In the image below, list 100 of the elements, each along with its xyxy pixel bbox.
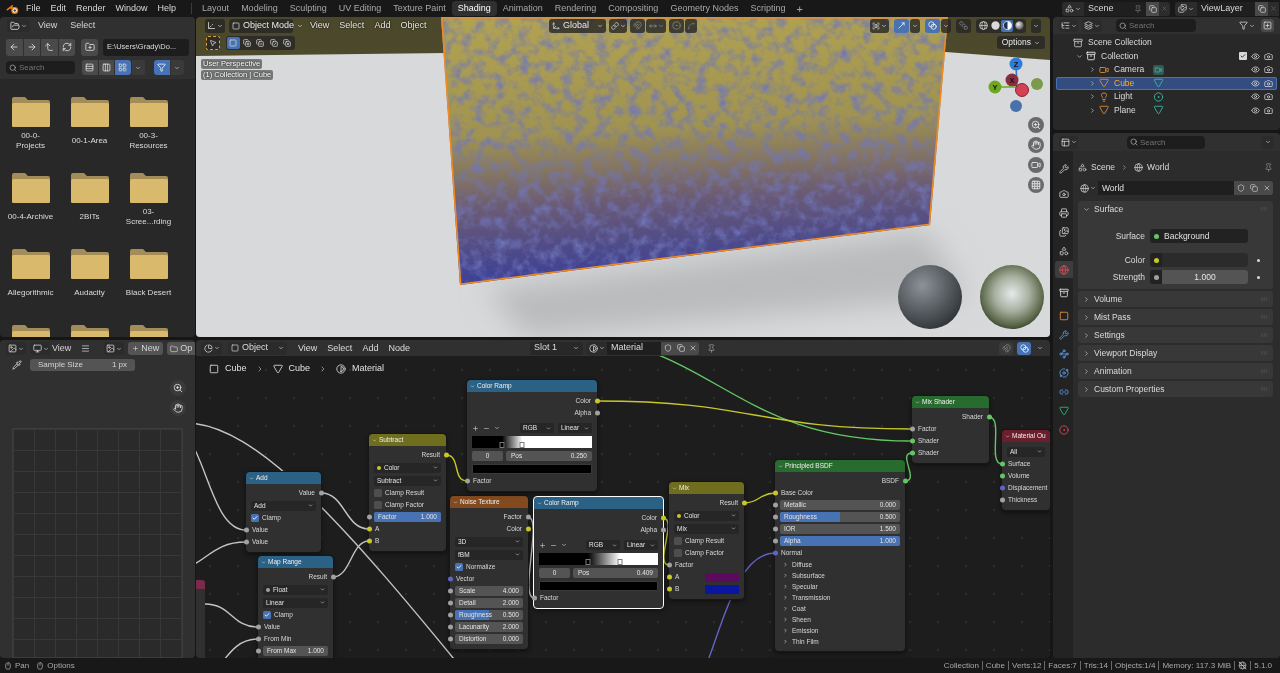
overlay-toggle[interactable] bbox=[1017, 341, 1031, 355]
socket-icon[interactable] bbox=[660, 515, 666, 521]
socket-icon[interactable] bbox=[531, 595, 537, 601]
outliner-item[interactable]: Plane bbox=[1056, 103, 1277, 117]
panel-header[interactable]: Surface bbox=[1078, 201, 1273, 217]
logo-icon[interactable] bbox=[6, 2, 20, 15]
folder-name[interactable]: Black Desert bbox=[125, 287, 172, 298]
socket-icon[interactable] bbox=[330, 574, 336, 580]
menu-icon[interactable] bbox=[81, 344, 91, 353]
socket-icon[interactable] bbox=[447, 636, 453, 642]
shading-mode-button[interactable] bbox=[977, 19, 989, 32]
number-field[interactable]: 1.000 bbox=[1162, 270, 1248, 284]
workspace-tab[interactable]: Scripting bbox=[744, 1, 792, 16]
color-stop-marker[interactable] bbox=[519, 442, 525, 448]
checkbox[interactable] bbox=[251, 514, 259, 522]
socket-icon[interactable] bbox=[594, 398, 600, 404]
select-mode-button[interactable] bbox=[227, 36, 240, 49]
socket-button[interactable] bbox=[1150, 270, 1162, 284]
nav-button[interactable] bbox=[58, 38, 75, 56]
world-name-field[interactable]: World bbox=[1098, 181, 1234, 195]
editor-type-button[interactable] bbox=[1059, 135, 1078, 149]
outliner-item[interactable]: Light bbox=[1056, 90, 1277, 104]
material-browse-button[interactable] bbox=[586, 341, 607, 355]
workspace-tab[interactable]: Modeling bbox=[235, 1, 284, 16]
folder-icon[interactable] bbox=[129, 249, 168, 279]
folder-icon[interactable] bbox=[11, 173, 50, 203]
socket-button[interactable] bbox=[1150, 253, 1162, 267]
folder-icon[interactable] bbox=[70, 249, 109, 279]
socket-icon[interactable] bbox=[594, 410, 600, 416]
chevron-right-icon[interactable] bbox=[1088, 93, 1096, 101]
select-mode-button[interactable] bbox=[281, 36, 294, 49]
axis-handle[interactable] bbox=[1031, 78, 1043, 90]
image-browse-button[interactable] bbox=[104, 342, 125, 355]
menu-item[interactable]: Render bbox=[71, 1, 111, 16]
panel-header[interactable]: Settings bbox=[1078, 327, 1273, 343]
eyedropper-icon[interactable] bbox=[12, 360, 22, 370]
new-collection-button[interactable] bbox=[1261, 19, 1274, 32]
socket-icon[interactable] bbox=[666, 562, 672, 568]
view-layer-browse-button[interactable] bbox=[1175, 1, 1197, 16]
shading-options-button[interactable] bbox=[1031, 18, 1041, 33]
color-stop-marker[interactable] bbox=[617, 559, 623, 565]
folder-name[interactable]: 00-3-Resources bbox=[125, 131, 172, 150]
socket-icon[interactable] bbox=[660, 527, 666, 533]
socket-icon[interactable] bbox=[255, 636, 261, 642]
folder-icon[interactable] bbox=[11, 97, 50, 127]
folder-name[interactable]: 00-0-Projects bbox=[7, 131, 54, 150]
outliner-item[interactable]: Scene Collection bbox=[1056, 36, 1277, 50]
editor-type-button[interactable] bbox=[6, 342, 26, 355]
socket-icon[interactable] bbox=[443, 452, 449, 458]
socket-icon[interactable] bbox=[447, 600, 453, 606]
camera-icon[interactable] bbox=[1264, 92, 1273, 102]
outliner-item[interactable]: Collection bbox=[1056, 49, 1277, 63]
duplicate-button[interactable] bbox=[1255, 1, 1268, 16]
pin-icon[interactable] bbox=[1264, 162, 1273, 172]
options-dropdown[interactable]: Options bbox=[996, 36, 1045, 49]
camera-icon[interactable] bbox=[1264, 51, 1273, 61]
socket-icon[interactable] bbox=[772, 502, 778, 508]
checkbox[interactable] bbox=[374, 489, 382, 497]
camera-icon[interactable] bbox=[1264, 78, 1273, 88]
outliner-item[interactable]: Camera bbox=[1056, 63, 1277, 77]
scene-browse-button[interactable] bbox=[1062, 1, 1084, 16]
menu-item[interactable]: File bbox=[21, 1, 46, 16]
panel-header[interactable]: Mist Pass bbox=[1078, 309, 1273, 325]
menu-item[interactable]: Add bbox=[357, 341, 384, 355]
eye-icon[interactable] bbox=[1251, 78, 1260, 88]
eye-icon[interactable] bbox=[1251, 92, 1260, 102]
workspace-tab[interactable]: Layout bbox=[196, 1, 236, 16]
stop-color-swatch[interactable] bbox=[539, 581, 658, 591]
material-name-field[interactable]: Material bbox=[607, 341, 661, 355]
shader-link-field[interactable]: Background bbox=[1150, 229, 1248, 243]
outliner-item[interactable]: Cube bbox=[1056, 76, 1277, 90]
panel-header[interactable]: Volume bbox=[1078, 291, 1273, 307]
workspace-tab[interactable]: Animation bbox=[496, 1, 549, 16]
folder-icon[interactable] bbox=[70, 97, 109, 127]
menu-item[interactable]: Edit bbox=[45, 1, 72, 16]
socket-icon[interactable] bbox=[909, 426, 915, 432]
folder-name[interactable]: 00-1-Area bbox=[66, 135, 113, 146]
socket-icon[interactable] bbox=[902, 478, 908, 484]
socket-icon[interactable] bbox=[772, 526, 778, 532]
filter-dropdown[interactable] bbox=[1237, 19, 1257, 32]
select-mode-button[interactable] bbox=[267, 36, 280, 49]
hand-icon[interactable] bbox=[170, 400, 186, 416]
zoom-icon[interactable] bbox=[170, 380, 186, 396]
checkbox[interactable] bbox=[1239, 52, 1247, 61]
socket-icon[interactable] bbox=[772, 538, 778, 544]
panel-header[interactable]: Custom Properties bbox=[1078, 381, 1273, 397]
open-image-button[interactable]: Op bbox=[167, 342, 195, 355]
folder-name[interactable]: Allegorithmic bbox=[7, 287, 54, 298]
nav-button[interactable] bbox=[6, 38, 23, 56]
eye-icon[interactable] bbox=[1251, 65, 1260, 75]
display-mode-button[interactable] bbox=[115, 60, 131, 75]
color-stop-marker[interactable] bbox=[499, 442, 505, 448]
checkbox[interactable] bbox=[455, 563, 463, 571]
folder-name[interactable]: 2BITs bbox=[66, 211, 113, 222]
socket-icon[interactable] bbox=[464, 478, 470, 484]
menu-item[interactable]: Object bbox=[395, 18, 432, 33]
workspace-tab[interactable]: Shading bbox=[451, 1, 497, 16]
color-stop-marker[interactable] bbox=[585, 559, 591, 565]
chevron-right-icon[interactable] bbox=[1088, 66, 1096, 74]
cut-off-node[interactable] bbox=[196, 580, 205, 658]
